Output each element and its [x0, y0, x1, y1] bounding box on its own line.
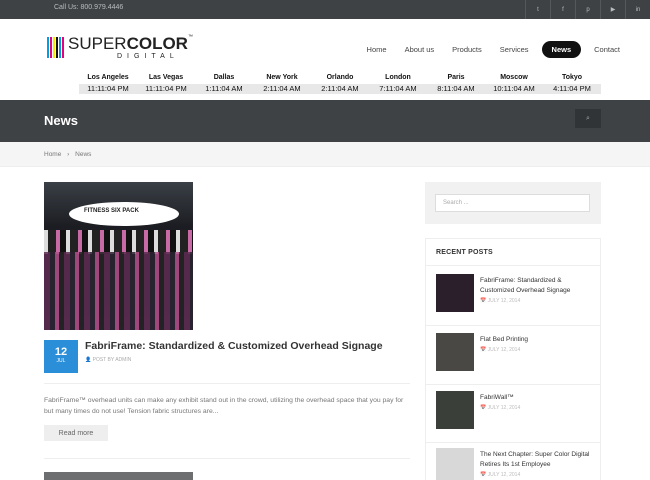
- breadcrumb-bar: Home › News: [0, 142, 650, 167]
- post-date-month: JUL: [56, 358, 66, 364]
- image-sign-ring: [69, 202, 179, 226]
- page-title: News: [44, 113, 78, 128]
- post-featured-image[interactable]: FITNESS SIX PACK: [44, 182, 193, 330]
- page-title-bar: News ⌕: [0, 100, 650, 142]
- clock-time: 2:11:04 AM: [253, 84, 311, 94]
- logo-color-bars: [47, 37, 65, 58]
- clock-city: Los Angeles: [87, 74, 129, 81]
- image-sign-text: FITNESS SIX PACK: [84, 208, 139, 214]
- breadcrumb-current: News: [75, 151, 92, 158]
- recent-post-date: 📅 JULY 12, 2014: [480, 405, 521, 411]
- recent-posts-title: RECENT POSTS: [436, 249, 493, 256]
- clock-city: New York: [266, 74, 298, 81]
- recent-post-divider: [426, 442, 600, 443]
- logo-bar: [50, 37, 52, 58]
- recent-post-divider: [426, 325, 600, 326]
- clock-time: 7:11:04 AM: [369, 84, 427, 94]
- nav-products[interactable]: Products: [452, 45, 482, 54]
- nav-home[interactable]: Home: [367, 45, 387, 54]
- clock-city: Dallas: [213, 74, 235, 81]
- nav-services[interactable]: Services: [500, 45, 529, 54]
- recent-posts-rule: [426, 265, 600, 266]
- recent-post-date: 📅 JULY 12, 2014: [480, 347, 521, 353]
- post-date-day: 12: [54, 346, 68, 358]
- twitter-icon[interactable]: t: [525, 0, 550, 19]
- clock-orlando: Orlando 2:11:04 AM: [311, 74, 369, 94]
- clock-time: 2:11:04 AM: [311, 84, 369, 94]
- phone-number: Call Us: 800.979.4446: [54, 4, 124, 11]
- recent-post-thumb[interactable]: [436, 274, 474, 312]
- recent-post-title[interactable]: FabriFrame: Standardized & Customized Ov…: [480, 276, 592, 296]
- post-excerpt: FabriFrame™ overhead units can make any …: [44, 397, 404, 415]
- recent-posts-widget: RECENT POSTS FabriFrame: Standardized & …: [425, 238, 601, 480]
- post-author: 👤 POST BY ADMIN: [85, 357, 132, 363]
- search-icon[interactable]: ⌕: [575, 109, 601, 128]
- youtube-icon[interactable]: ▶: [600, 0, 625, 19]
- logo-bar: [56, 37, 58, 58]
- post-title[interactable]: FabriFrame: Standardized & Customized Ov…: [85, 340, 383, 352]
- clock-new-york: New York 2:11:04 AM: [253, 74, 311, 94]
- clock-time: 11:11:04 PM: [79, 84, 137, 94]
- recent-post-thumb[interactable]: [436, 448, 474, 480]
- image-floor: [44, 252, 193, 330]
- clock-london: London 7:11:04 AM: [369, 74, 427, 94]
- image-wall: [44, 230, 193, 254]
- clock-city: Tokyo: [561, 74, 583, 81]
- clock-las-vegas: Las Vegas 11:11:04 PM: [137, 74, 195, 94]
- clock-time: 8:11:04 AM: [427, 84, 485, 94]
- clock-city: London: [385, 74, 411, 81]
- post-divider: [44, 458, 410, 459]
- sidebar-search-widget: Search ...: [425, 182, 601, 224]
- next-post-image[interactable]: [44, 472, 193, 480]
- recent-post-thumb[interactable]: [436, 333, 474, 371]
- clock-dallas: Dallas 1:11:04 AM: [195, 74, 253, 94]
- nav-contact[interactable]: Contact: [594, 45, 620, 54]
- logo-bar: [62, 37, 64, 58]
- clock-tokyo: Tokyo 4:11:04 PM: [543, 74, 601, 94]
- recent-post-thumb[interactable]: [436, 391, 474, 429]
- clock-time: 4:11:04 PM: [543, 84, 601, 94]
- nav-about[interactable]: About us: [405, 45, 435, 54]
- social-links: t f p ▶ in: [525, 0, 650, 19]
- post-date-badge: 12 JUL: [44, 340, 78, 373]
- linkedin-icon[interactable]: in: [625, 0, 650, 19]
- recent-post-title[interactable]: The Next Chapter: Super Color Digital Re…: [480, 450, 592, 470]
- facebook-icon[interactable]: f: [550, 0, 575, 19]
- clock-los-angeles: Los Angeles 11:11:04 PM: [79, 74, 137, 94]
- clock-time: 1:11:04 AM: [195, 84, 253, 94]
- logo-bar: [53, 37, 55, 58]
- read-more-button[interactable]: Read more: [44, 425, 108, 441]
- recent-post-title[interactable]: Flat Bed Printing: [480, 335, 592, 345]
- site-header: SUPERCOLOR™ DIGITAL Home About us Produc…: [0, 19, 650, 100]
- clock-city: Orlando: [326, 74, 354, 81]
- clock-city: Moscow: [500, 74, 528, 81]
- clock-moscow: Moscow 10:11:04 AM: [485, 74, 543, 94]
- top-bar: Call Us: 800.979.4446 t f p ▶ in: [0, 0, 650, 19]
- recent-post-divider: [426, 384, 600, 385]
- recent-post-date: 📅 JULY 12, 2014: [480, 298, 521, 304]
- clock-time: 10:11:04 AM: [485, 84, 543, 94]
- clock-time: 11:11:04 PM: [137, 84, 195, 94]
- logo-wordmark: SUPERCOLOR™: [68, 34, 193, 53]
- site-logo[interactable]: SUPERCOLOR™ DIGITAL: [47, 34, 197, 60]
- nav-news[interactable]: News: [541, 40, 582, 58]
- post-divider: [44, 383, 410, 384]
- world-clocks: Los Angeles 11:11:04 PM Las Vegas 11:11:04…: [79, 74, 601, 94]
- clock-city: Las Vegas: [148, 74, 184, 81]
- sidebar-search-input[interactable]: Search ...: [435, 194, 590, 212]
- breadcrumb-separator: ›: [67, 151, 70, 158]
- breadcrumb: Home › News: [44, 151, 95, 158]
- clock-city: Paris: [447, 74, 465, 81]
- breadcrumb-home[interactable]: Home: [44, 151, 61, 158]
- logo-bar: [59, 37, 61, 58]
- logo-bar: [47, 37, 49, 58]
- recent-post-date: 📅 JULY 12, 2014: [480, 472, 521, 478]
- pinterest-icon[interactable]: p: [575, 0, 600, 19]
- clock-paris: Paris 8:11:04 AM: [427, 74, 485, 94]
- logo-subtitle: DIGITAL: [117, 53, 179, 60]
- recent-post-title[interactable]: FabriWall™: [480, 393, 592, 403]
- main-nav: Home About us Products Services News Con…: [358, 40, 650, 58]
